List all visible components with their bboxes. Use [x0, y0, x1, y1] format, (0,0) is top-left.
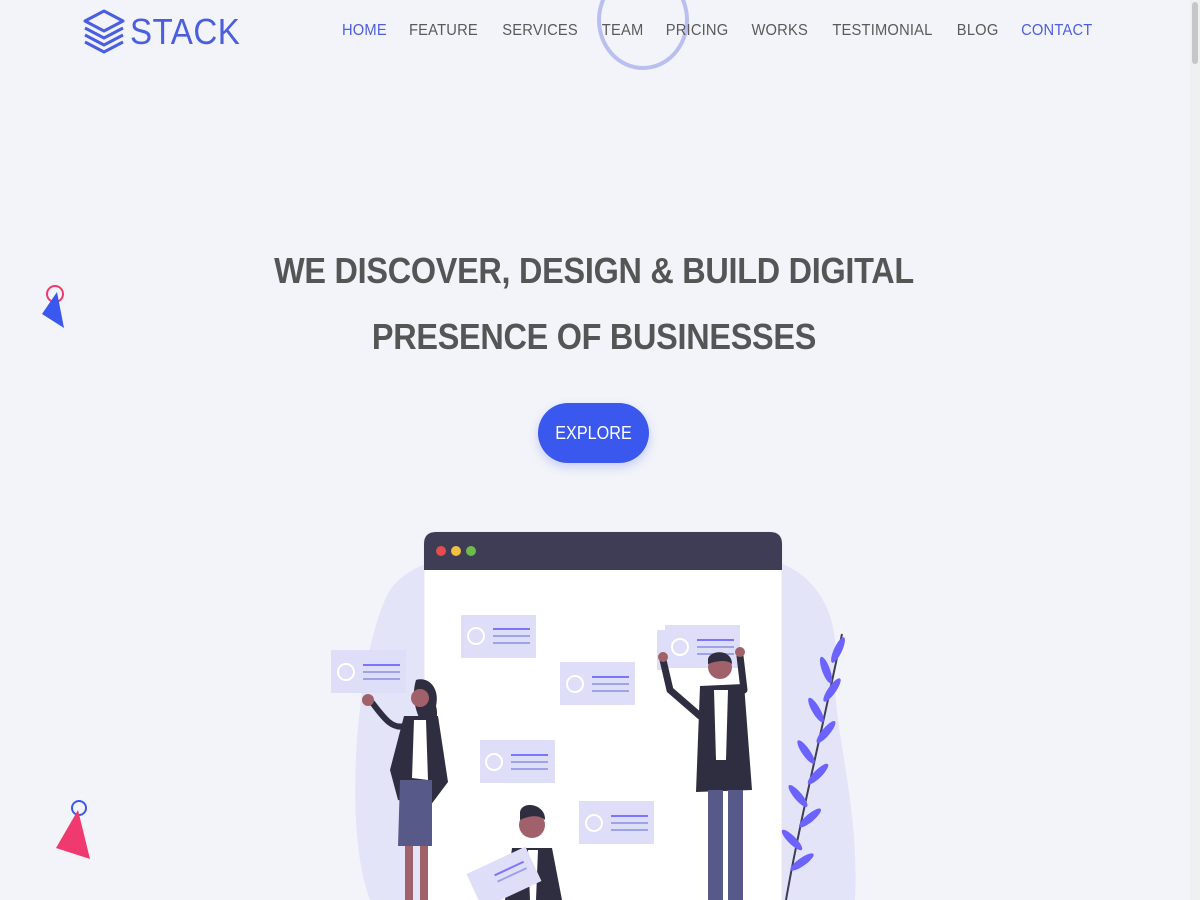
- nav-item-blog[interactable]: BLOG: [957, 22, 999, 40]
- decorative-shape-pin-pink: [56, 800, 90, 859]
- hero-title-line-1: WE DISCOVER, DESIGN & BUILD DIGITAL: [274, 250, 914, 291]
- person-woman-figure: [362, 679, 448, 900]
- profile-card-1: [461, 615, 536, 658]
- person-sitting-figure: [466, 805, 562, 900]
- nav-item-feature[interactable]: FEATURE: [409, 22, 478, 40]
- person-man-figure: [658, 647, 752, 900]
- browser-dot-yellow: [451, 546, 461, 556]
- profile-card-6: [657, 625, 740, 670]
- profile-card-2: [560, 662, 635, 705]
- nav-item-testimonial[interactable]: TESTIMONIAL: [833, 22, 933, 40]
- profile-card-4: [579, 801, 654, 844]
- page-scrollbar[interactable]: [1190, 0, 1200, 900]
- nav-item-pricing[interactable]: PRICING: [665, 22, 728, 40]
- nav-item-team[interactable]: TEAM: [601, 22, 643, 40]
- brand-logo[interactable]: STACK: [82, 8, 250, 56]
- nav-item-contact[interactable]: CONTACT: [1022, 22, 1093, 40]
- main-nav: HOME FEATURE SERVICES TEAM PRICING WORKS…: [340, 22, 1096, 40]
- illustration-blob: [355, 558, 856, 900]
- scrollbar-thumb[interactable]: [1192, 2, 1198, 64]
- nav-item-works[interactable]: WORKS: [751, 22, 808, 40]
- plant-decoration: [781, 633, 845, 900]
- explore-button[interactable]: EXPLORE: [538, 403, 649, 463]
- stack-layers-icon: [83, 9, 125, 54]
- hero-title: WE DISCOVER, DESIGN & BUILD DIGITAL PRES…: [0, 238, 1188, 370]
- browser-dot-green: [466, 546, 476, 556]
- decorative-shape-pin-blue: [42, 285, 64, 328]
- nav-item-services[interactable]: SERVICES: [503, 22, 579, 40]
- hero-title-line-2: PRESENCE OF BUSINESSES: [371, 316, 817, 357]
- browser-window-graphic: [423, 531, 783, 900]
- profile-card-3: [480, 740, 555, 783]
- explore-button-label: EXPLORE: [555, 422, 632, 443]
- profile-card-5: [331, 650, 406, 693]
- nav-item-home[interactable]: HOME: [342, 22, 387, 40]
- browser-dot-red: [436, 546, 446, 556]
- brand-name: STACK: [130, 11, 241, 52]
